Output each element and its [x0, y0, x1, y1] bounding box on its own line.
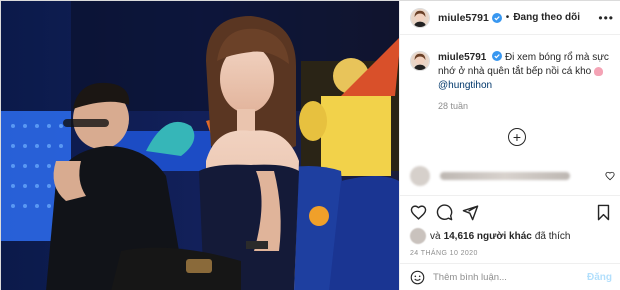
heart-outline-icon[interactable] — [410, 204, 427, 221]
liker-avatar[interactable] — [410, 228, 426, 244]
photo-illustration — [1, 1, 399, 290]
following-button[interactable]: Đang theo dõi — [513, 12, 580, 23]
blurred-comment-text — [440, 172, 570, 180]
comment-icon[interactable] — [436, 203, 453, 221]
caption-age: 28 tuần — [438, 101, 469, 111]
commenter-avatar[interactable] — [410, 166, 430, 186]
add-comment-bar: Đăng — [400, 263, 620, 290]
comment-like-icon[interactable] — [605, 171, 615, 181]
post-comment-button[interactable]: Đăng — [587, 272, 612, 283]
caption-avatar[interactable] — [410, 51, 430, 71]
more-options-icon[interactable]: ••• — [598, 11, 614, 25]
side-panel: miule5791 • Đang theo dõi ••• miule5791 … — [399, 1, 620, 290]
caption-verified-icon — [492, 51, 503, 61]
action-icons — [410, 202, 612, 222]
likes-suffix: đã thích — [534, 230, 571, 242]
paper-plane-icon[interactable] — [462, 204, 479, 221]
instagram-post: miule5791 • Đang theo dõi ••• miule5791 … — [0, 0, 620, 290]
comment-row — [410, 165, 615, 187]
mention-link[interactable]: @hungtihon — [438, 80, 492, 91]
bookmark-icon[interactable] — [595, 204, 612, 221]
avatar[interactable] — [410, 7, 430, 28]
load-more-comments-button[interactable]: + — [508, 128, 526, 146]
emoji-icon — [594, 66, 604, 76]
caption-body: miule5791 Đi xem bóng rổ mà sực nhớ ở nh… — [438, 51, 615, 113]
comment-input[interactable] — [433, 272, 573, 283]
verified-badge-icon — [491, 12, 502, 23]
post-header: miule5791 • Đang theo dõi ••• — [400, 1, 620, 35]
post-date: 24 THÁNG 10 2020 — [410, 250, 478, 257]
likes-prefix: và — [430, 230, 441, 242]
post-photo[interactable] — [1, 1, 399, 290]
separator-dot: • — [505, 12, 510, 23]
action-bar: và 14,616 người khác đã thích 24 THÁNG 1… — [400, 195, 620, 257]
caption: miule5791 Đi xem bóng rổ mà sực nhớ ở nh… — [410, 51, 615, 113]
caption-username[interactable]: miule5791 — [438, 52, 486, 63]
emoji-picker-icon[interactable] — [410, 270, 425, 285]
username[interactable]: miule5791 — [438, 12, 489, 24]
likes-count[interactable]: 14,616 người khác — [444, 231, 532, 242]
likes-summary: và 14,616 người khác đã thích — [410, 228, 612, 244]
